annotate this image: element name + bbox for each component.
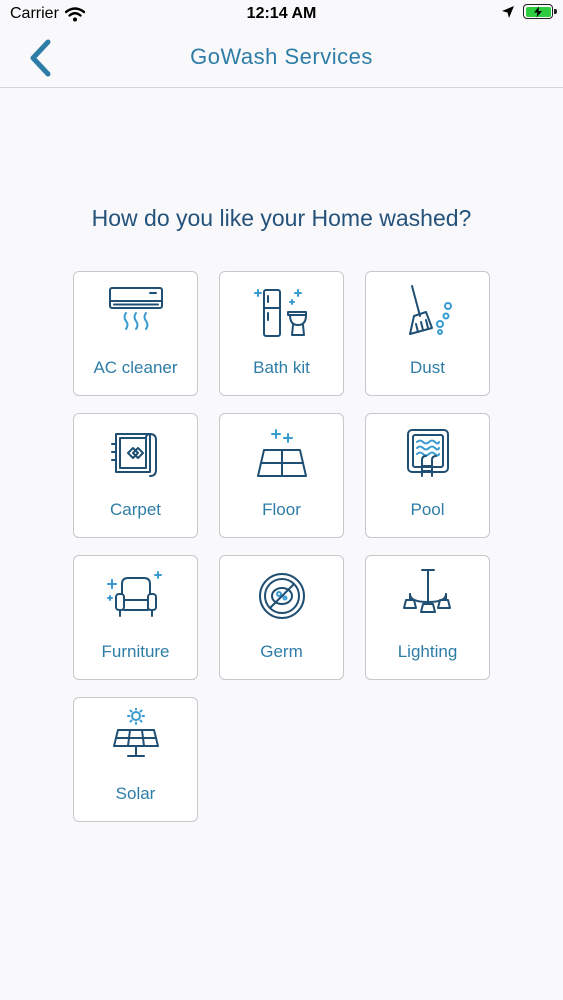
service-label: Solar [115,784,156,803]
service-label: Floor [262,500,301,519]
service-tile-floor[interactable]: Floor [219,413,344,538]
air-conditioner-icon [106,282,166,342]
carpet-icon [106,424,166,484]
service-tile-dust[interactable]: Dust [365,271,490,396]
service-label: AC cleaner [93,358,178,377]
location-arrow-icon [502,5,514,18]
service-tile-carpet[interactable]: Carpet [73,413,198,538]
service-tile-germ[interactable]: Germ [219,555,344,680]
service-question: How do you like your Home washed? [91,205,472,231]
service-tile-lighting[interactable]: Lighting [365,555,490,680]
broom-icon [398,282,458,342]
service-label: Furniture [101,642,170,661]
navigation-bar: GoWash Services [0,30,563,88]
service-label: Germ [260,642,303,661]
service-label: Lighting [397,642,458,661]
battery-icon [523,4,557,19]
services-grid: AC cleaner Bath kit Dust Carpet Floor Po… [73,271,491,822]
service-label: Pool [410,500,445,519]
status-bar: Carrier 12:14 AM [0,0,563,30]
bath-kit-icon [252,282,312,342]
service-tile-ac-cleaner[interactable]: AC cleaner [73,271,198,396]
charging-bolt-icon [534,6,542,17]
service-label: Dust [410,358,445,377]
battery-nub [554,9,557,14]
status-right [501,4,557,19]
status-time: 12:14 AM [246,5,317,22]
solar-panel-icon [106,707,166,768]
battery-level [525,6,551,17]
floor-tiles-icon [252,424,312,484]
screen: Carrier 12:14 AM GoWash Services How do … [0,0,563,1000]
service-tile-furniture[interactable]: Furniture [73,555,198,680]
page-title: GoWash Services [190,44,373,69]
service-tile-bath-kit[interactable]: Bath kit [219,271,344,396]
pool-icon [398,424,458,484]
armchair-icon [106,566,166,626]
service-label: Carpet [109,500,162,519]
chandelier-icon [398,566,458,626]
service-tile-pool[interactable]: Pool [365,413,490,538]
no-germ-icon [252,566,312,626]
service-label: Bath kit [253,358,310,377]
service-tile-solar[interactable]: Solar [73,697,198,822]
